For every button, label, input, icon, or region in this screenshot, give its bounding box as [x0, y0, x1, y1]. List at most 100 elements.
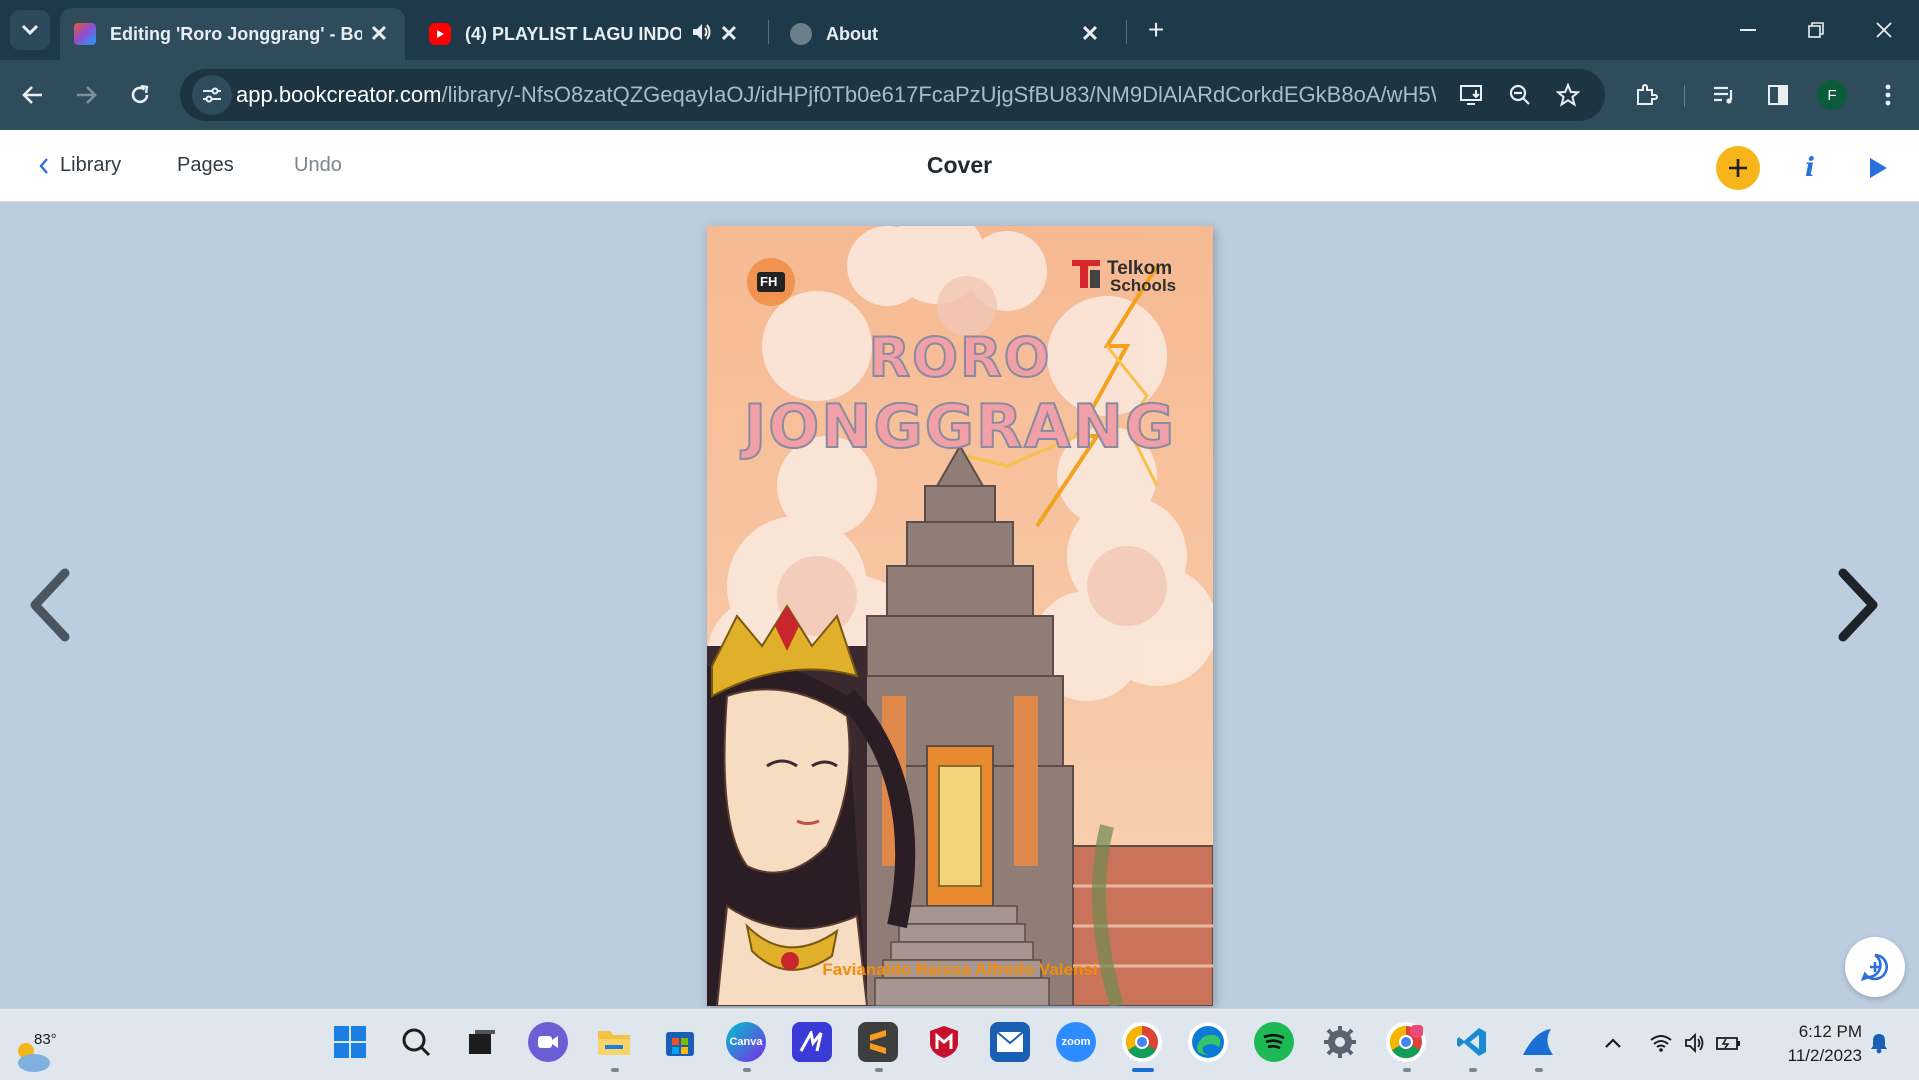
chevron-right-icon	[1838, 568, 1878, 642]
tab-title: Editing 'Roro Jonggrang' - Boo	[110, 23, 362, 44]
install-icon	[1460, 85, 1482, 105]
tab-youtube[interactable]: (4) PLAYLIST LAGU INDON ✕	[415, 8, 755, 60]
chrome-profile-icon[interactable]	[1386, 1022, 1426, 1062]
feedback-button[interactable]	[1845, 937, 1905, 997]
running-indicator	[611, 1068, 619, 1072]
chrome-icon[interactable]	[1122, 1022, 1162, 1062]
globe-icon	[790, 23, 812, 45]
close-icon[interactable]: ✕	[367, 21, 391, 46]
youtube-icon	[429, 23, 451, 45]
url-host: app.bookcreator.com	[236, 82, 442, 107]
speaker-icon[interactable]	[691, 22, 713, 47]
volume-icon[interactable]	[1682, 1030, 1708, 1056]
arrow-left-icon	[22, 86, 42, 104]
tab-bookcreator[interactable]: Editing 'Roro Jonggrang' - Boo ✕	[60, 8, 405, 60]
fh-logo-text: FH	[760, 274, 778, 289]
start-icon[interactable]	[330, 1022, 370, 1062]
chevron-up-icon[interactable]	[1600, 1030, 1626, 1056]
publisher-name: Telkom Schools	[1107, 259, 1207, 295]
clock-date: 11/2/2023	[1787, 1046, 1862, 1065]
task-view-icon[interactable]	[462, 1022, 502, 1062]
site-info-button[interactable]	[192, 75, 232, 115]
forward-button[interactable]	[66, 75, 106, 115]
extensions-button[interactable]	[1628, 77, 1664, 113]
cover-title-line2[interactable]: JONGGRANG	[707, 391, 1213, 463]
browser-toolbar: app.bookcreator.com/library/-NfsO8zatQZG…	[0, 60, 1919, 130]
edge-icon[interactable]	[1188, 1022, 1228, 1062]
library-label: Library	[60, 154, 122, 176]
active-indicator	[1132, 1068, 1154, 1072]
zoom-button[interactable]	[1504, 79, 1536, 111]
search-icon[interactable]	[396, 1022, 436, 1062]
address-bar[interactable]: app.bookcreator.com/library/-NfsO8zatQZG…	[180, 69, 1605, 121]
previous-page-button[interactable]	[20, 560, 80, 650]
media-controls-button[interactable]	[1706, 77, 1742, 113]
add-button[interactable]	[1716, 146, 1760, 190]
read-book-button[interactable]	[1858, 148, 1898, 188]
side-panel-button[interactable]	[1760, 77, 1796, 113]
reload-button[interactable]	[120, 75, 160, 115]
wireshark-icon[interactable]	[1518, 1022, 1558, 1062]
back-button[interactable]	[13, 75, 53, 115]
sublime-icon[interactable]	[858, 1022, 898, 1062]
tab-divider	[768, 20, 769, 44]
library-link[interactable]: Library	[38, 154, 121, 177]
running-indicator	[1403, 1068, 1411, 1072]
store-icon[interactable]	[660, 1022, 700, 1062]
app-header: Cover Library Pages Undo	[0, 130, 1919, 202]
close-window-button[interactable]	[1864, 10, 1904, 50]
fh-logo: FH	[745, 256, 797, 308]
settings-icon[interactable]	[1320, 1022, 1360, 1062]
plus-icon	[1729, 159, 1747, 177]
battery-icon[interactable]	[1716, 1030, 1742, 1056]
tab-title: About	[826, 23, 878, 44]
undo-button[interactable]: Undo	[294, 154, 342, 177]
outlook-icon[interactable]	[990, 1022, 1030, 1062]
zoom-icon[interactable]: zoom	[1056, 1022, 1096, 1062]
close-icon[interactable]: ✕	[1078, 21, 1102, 46]
author-name[interactable]: Favianaldo Raissa Alfredo Valensi	[707, 960, 1213, 980]
new-tab-button[interactable]: +	[1140, 14, 1172, 46]
running-indicator	[1469, 1068, 1477, 1072]
meet-icon[interactable]	[528, 1022, 568, 1062]
playlist-icon	[1714, 86, 1733, 104]
close-icon[interactable]: ✕	[717, 21, 741, 46]
url-text[interactable]: app.bookcreator.com/library/-NfsO8zatQZG…	[236, 82, 1436, 108]
pages-link[interactable]: Pages	[177, 154, 234, 177]
next-page-button[interactable]	[1828, 560, 1888, 650]
clock-time: 6:12 PM	[1798, 1022, 1862, 1041]
page-title: Cover	[926, 152, 993, 178]
kebab-icon	[1885, 84, 1891, 106]
side-panel-icon	[1768, 85, 1788, 105]
url-path: /library/-NfsO8zatQZGeqayIaOJ/idHPjf0Tb0…	[441, 82, 1436, 107]
info-button[interactable]: i	[1790, 148, 1830, 188]
tab-search-button[interactable]	[10, 10, 50, 50]
profile-avatar[interactable]: F	[1817, 80, 1847, 110]
app-icon[interactable]	[792, 1022, 832, 1062]
notification-bell-icon[interactable]	[1866, 1030, 1892, 1056]
weather-widget[interactable]: 83°	[12, 1019, 72, 1075]
publisher-line2: Schools	[1110, 276, 1177, 295]
tab-about[interactable]: About ✕	[776, 8, 1116, 60]
menu-button[interactable]	[1870, 77, 1906, 113]
chevron-down-icon	[21, 24, 39, 36]
restore-button[interactable]	[1796, 10, 1836, 50]
wifi-icon[interactable]	[1648, 1030, 1674, 1056]
mcafee-icon[interactable]	[924, 1022, 964, 1062]
minimize-button[interactable]	[1728, 10, 1768, 50]
system-clock[interactable]: 6:12 PM 11/2/2023	[1762, 1020, 1862, 1068]
chevron-left-icon	[39, 157, 48, 174]
weather-temp: 83°	[34, 1031, 57, 1048]
cover-title-line1[interactable]: RORO	[707, 325, 1213, 390]
bookmark-button[interactable]	[1552, 79, 1584, 111]
spotify-icon[interactable]	[1254, 1022, 1294, 1062]
vscode-icon[interactable]	[1452, 1022, 1492, 1062]
running-indicator	[875, 1068, 883, 1072]
restore-icon	[1808, 22, 1824, 38]
book-cover-page[interactable]: FH Telkom Schools RORO JONGGRANG Faviana…	[707, 226, 1213, 1006]
install-app-button[interactable]	[1456, 79, 1488, 111]
file-explorer-icon[interactable]	[594, 1022, 634, 1062]
telkom-schools-logo	[1072, 260, 1100, 290]
canva-icon[interactable]: Canva	[726, 1022, 766, 1062]
info-icon: i	[1805, 153, 1815, 183]
